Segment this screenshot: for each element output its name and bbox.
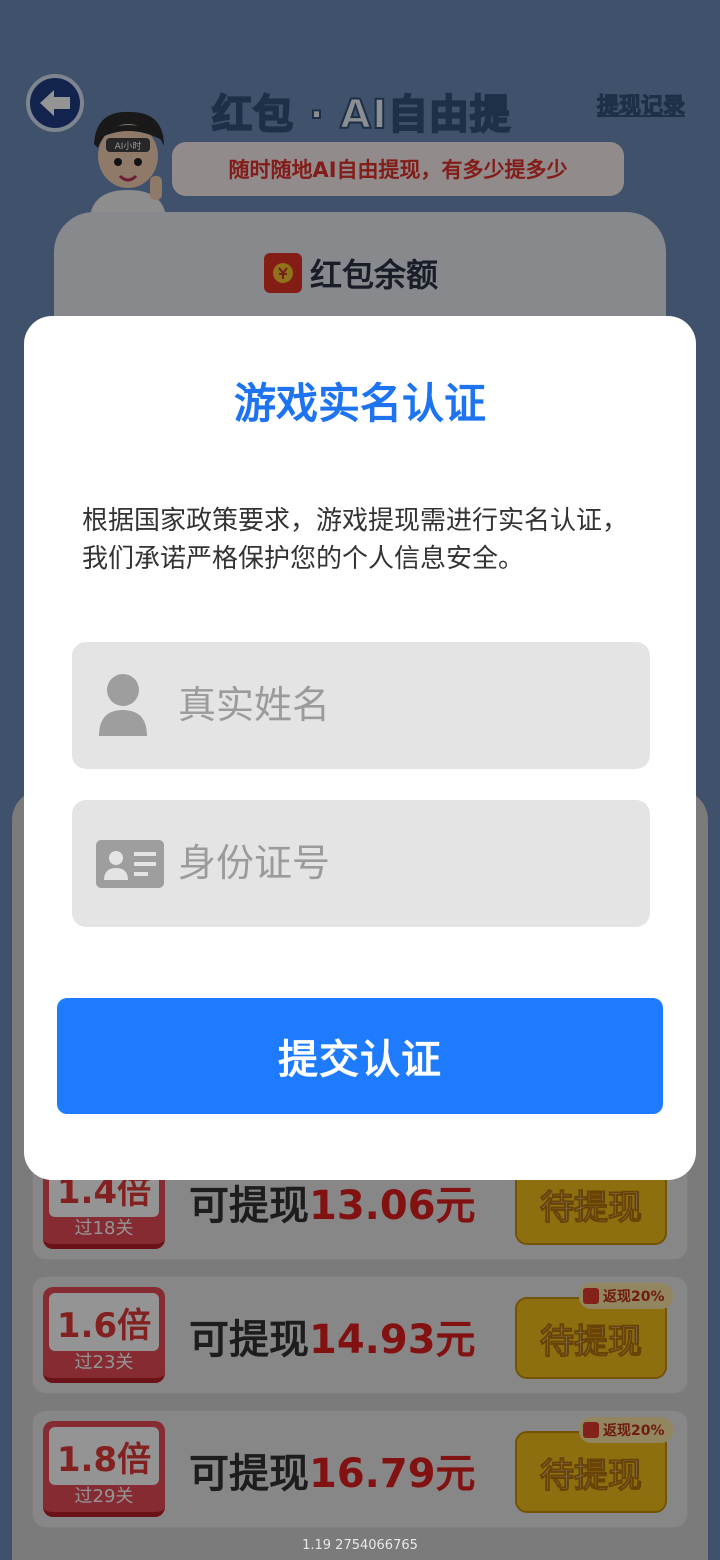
id-number-input[interactable]: [178, 832, 618, 894]
real-name-input[interactable]: [178, 674, 618, 736]
real-name-field[interactable]: [72, 642, 650, 769]
submit-auth-button[interactable]: 提交认证: [57, 998, 663, 1114]
dialog-title: 游戏实名认证: [233, 379, 486, 428]
dialog-description: 根据国家政策要求，游戏提现需进行实名认证，我们承诺严格保护您的个人信息安全。: [82, 506, 629, 574]
id-card-icon: [96, 840, 164, 888]
user-icon: [99, 674, 147, 736]
id-number-field[interactable]: [72, 800, 650, 927]
version-text: 1.19 2754066765: [302, 1538, 418, 1553]
